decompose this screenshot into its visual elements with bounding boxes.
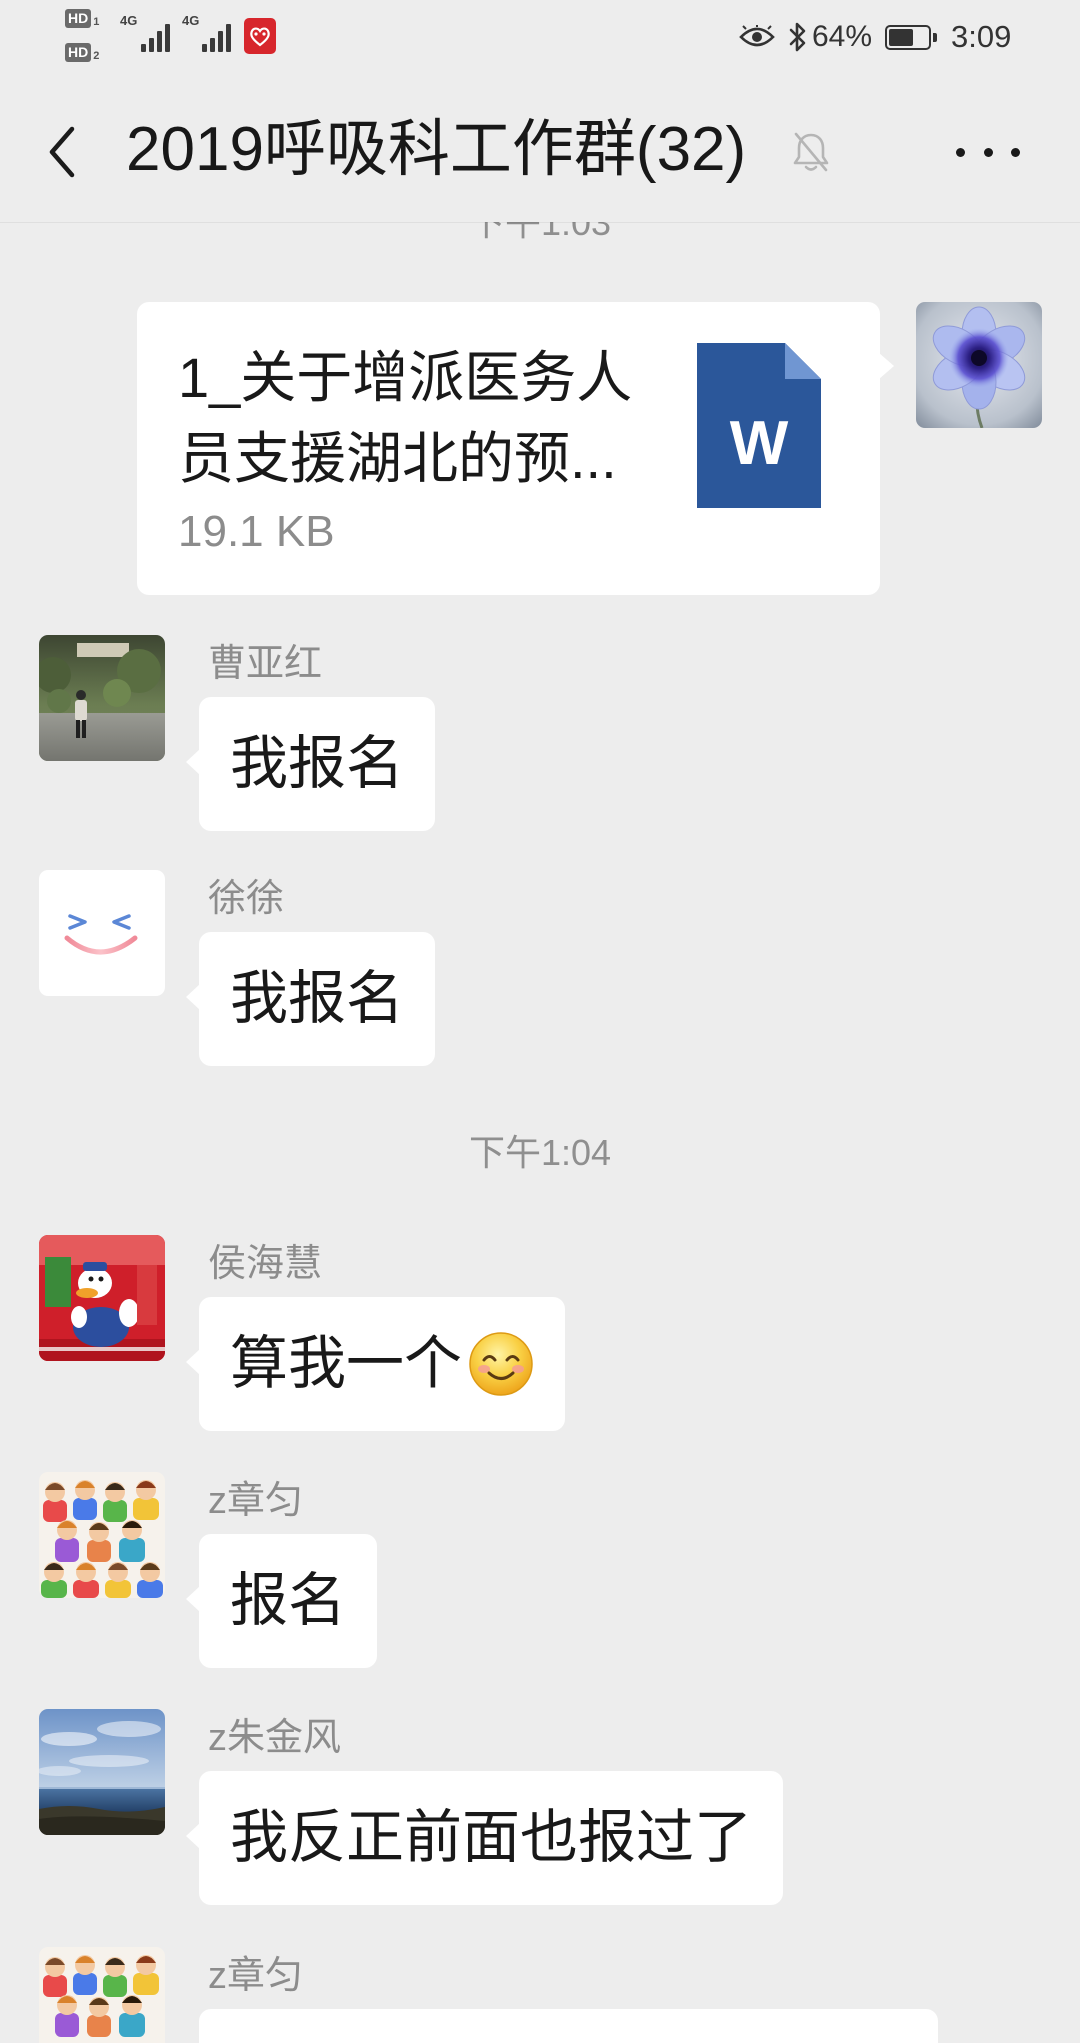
sender-name: 曹亚红 <box>208 643 323 685</box>
more-dot <box>1011 147 1020 157</box>
file-name-line-2: 员支援湖北的预... <box>178 427 617 490</box>
sim1-hd-label: HD <box>65 9 92 28</box>
timestamp: 下午1:04 <box>468 1132 612 1173</box>
chat-header: 2019呼吸科工作群(32) <box>0 78 1080 222</box>
sender-name: z章匀 <box>208 1955 304 1997</box>
more-dot <box>983 147 993 157</box>
status-bar: HD 1 HD 2 4G 4G 64% 3:09 <box>0 0 1080 78</box>
more-dot <box>956 147 965 157</box>
message-bubble[interactable]: 我反正前面也报过了 <box>185 1771 784 1905</box>
file-message-bubble[interactable]: 1_关于增派医务人 员支援湖北的预... 19.1 KB W <box>137 302 894 595</box>
chevron-left-icon <box>49 126 75 178</box>
avatar-zhangyun[interactable] <box>39 1472 165 1598</box>
signal-strength-2-icon <box>202 22 232 52</box>
smiling-face-emoji <box>468 1331 534 1397</box>
more-button[interactable] <box>956 140 1020 164</box>
bluetooth-icon <box>788 20 808 54</box>
message-row: z朱金风 我反正前面也报过了 <box>0 1709 1080 1909</box>
sim2-index: 2 <box>93 50 100 62</box>
battery-icon <box>885 25 931 50</box>
message-row: 侯海慧 算我一个 <box>0 1235 1080 1435</box>
sim1-hd-indicator: HD 1 <box>65 9 99 28</box>
chat-screen: HD 1 HD 2 4G 4G 64% 3:09 2019呼吸科工作群(32) … <box>0 0 1080 2043</box>
bell-off-icon <box>791 130 831 174</box>
sim2-hd-label: HD <box>65 43 92 62</box>
sender-name: z章匀 <box>208 1480 304 1522</box>
eye-comfort-icon <box>739 25 775 49</box>
battery-percent: 64% <box>812 20 873 53</box>
message-text: 我报名 <box>230 731 405 796</box>
message-row: 徐徐 我报名 <box>0 870 1080 1070</box>
sender-name: 侯海慧 <box>208 1243 323 1285</box>
message-bubble[interactable]: 我报名 <box>185 697 436 831</box>
message-row: z章匀 <box>0 1947 1080 2043</box>
message-bubble[interactable]: 算我一个 <box>185 1297 566 1431</box>
chat-title: 2019呼吸科工作群(32) <box>126 115 747 184</box>
message-bubble[interactable]: 报名 <box>185 1534 378 1668</box>
network-type-1: 4G <box>120 13 138 28</box>
message-text: 报名 <box>230 1568 347 1633</box>
battery-nub <box>933 33 937 42</box>
message-text: 算我一个 <box>230 1331 463 1396</box>
word-icon-letter: W <box>729 409 789 478</box>
self-avatar[interactable] <box>916 302 1042 428</box>
sender-name: z朱金风 <box>208 1717 342 1759</box>
sim2-hd-indicator: HD 2 <box>65 43 99 62</box>
avatar-houhaihui[interactable] <box>39 1235 165 1361</box>
avatar-caoyahong[interactable] <box>39 635 165 761</box>
file-name-line-1: 1_关于增派医务人 <box>178 346 633 409</box>
back-button[interactable] <box>40 122 84 182</box>
file-size: 19.1 KB <box>178 507 335 556</box>
avatar-zhangyun[interactable] <box>39 1947 165 2043</box>
signal-strength-1-icon <box>141 22 171 52</box>
sender-name: 徐徐 <box>208 878 285 920</box>
message-bubble[interactable]: 我报名 <box>185 932 436 1066</box>
message-text: 我报名 <box>230 966 405 1031</box>
sim1-index: 1 <box>93 16 100 28</box>
avatar-xuxu[interactable] <box>39 870 165 996</box>
message-text: 我反正前面也报过了 <box>230 1805 753 1870</box>
avatar-zhujinfeng[interactable] <box>39 1709 165 1835</box>
word-document-icon: W <box>697 343 821 508</box>
battery-level-fill <box>889 29 914 46</box>
message-row: 曹亚红 我报名 <box>0 635 1080 835</box>
message-bubble[interactable] <box>199 2009 938 2043</box>
network-type-2: 4G <box>182 13 200 28</box>
status-time: 3:09 <box>951 19 1012 54</box>
message-row: z章匀 报名 <box>0 1472 1080 1672</box>
pinduoduo-app-icon <box>244 18 276 54</box>
